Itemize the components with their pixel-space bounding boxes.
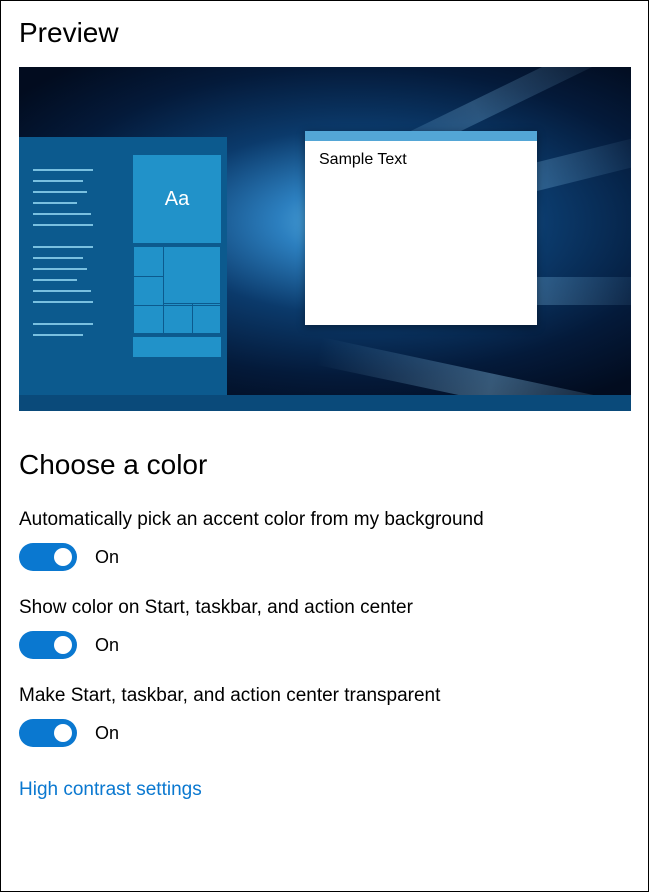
sample-window-preview: Sample Text (305, 131, 537, 325)
start-list-preview (33, 169, 117, 345)
auto-accent-label: Automatically pick an accent color from … (19, 509, 630, 531)
taskbar-preview (19, 395, 631, 411)
preview-heading: Preview (19, 17, 630, 49)
start-tiles-preview: Aa (133, 155, 223, 357)
start-menu-preview: Aa (19, 137, 227, 395)
sample-window-titlebar (305, 131, 537, 141)
color-preview-box: Aa Sample Text (19, 67, 631, 411)
show-color-start-toggle[interactable] (19, 631, 77, 659)
transparent-start-toggle[interactable] (19, 719, 77, 747)
tile-aa: Aa (133, 155, 221, 243)
high-contrast-link[interactable]: High contrast settings (19, 779, 202, 801)
tile-strip (133, 337, 221, 357)
auto-accent-toggle[interactable] (19, 543, 77, 571)
choose-color-heading: Choose a color (19, 449, 630, 481)
sample-window-text: Sample Text (305, 141, 537, 179)
show-color-start-label: Show color on Start, taskbar, and action… (19, 597, 630, 619)
transparent-start-state: On (95, 723, 119, 744)
show-color-start-state: On (95, 635, 119, 656)
tile-grid (133, 246, 221, 334)
auto-accent-state: On (95, 547, 119, 568)
transparent-start-label: Make Start, taskbar, and action center t… (19, 685, 630, 707)
